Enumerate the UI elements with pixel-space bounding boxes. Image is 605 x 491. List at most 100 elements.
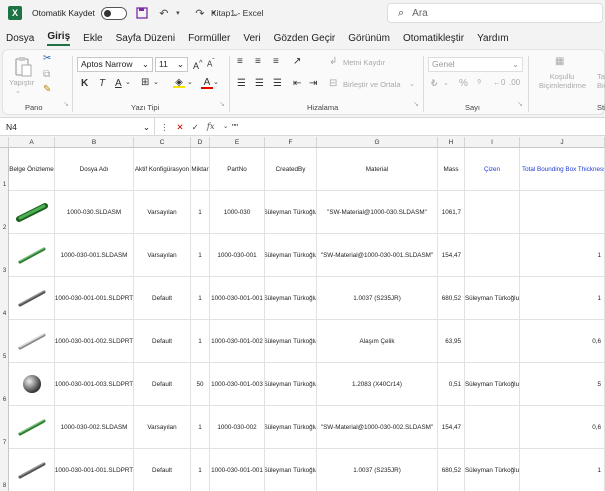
cell-created-by[interactable]: Süleyman Türkoğlu	[265, 406, 317, 449]
cell-created-by[interactable]: Süleyman Türkoğlu	[265, 363, 317, 406]
cell-created-by[interactable]: Süleyman Türkoğlu	[265, 234, 317, 277]
conditional-formatting-label[interactable]: Koşullu Biçimlendirme	[539, 72, 586, 90]
header-cell-material[interactable]: Material	[317, 148, 438, 191]
cell-drawn-by[interactable]	[465, 406, 520, 449]
tab-sayfa-duzeni[interactable]: Sayfa Düzeni	[116, 33, 175, 44]
cell-material[interactable]: Alaşım Çelik	[317, 320, 438, 363]
header-cell-part-no[interactable]: PartNo	[210, 148, 265, 191]
row-header-6[interactable]: 6	[0, 397, 9, 403]
row-header-7[interactable]: 7	[0, 440, 9, 446]
column-header-b[interactable]: B	[55, 137, 134, 148]
copy-icon[interactable]: ⧉	[43, 69, 50, 80]
row-header-2[interactable]: 2	[0, 225, 9, 231]
cell-bbox-thickness[interactable]: 0,6	[520, 406, 605, 449]
name-box[interactable]: N4 ⌄	[0, 118, 155, 136]
thousands-icon[interactable]: ⁹	[477, 78, 481, 89]
currency-dropdown-icon[interactable]: ⌄	[443, 79, 449, 87]
cell-quantity[interactable]: 1	[191, 191, 210, 234]
insert-function-icon[interactable]: fx	[207, 118, 215, 136]
font-launcher-icon[interactable]: ↘	[219, 100, 225, 108]
cell-configuration[interactable]: Default	[134, 363, 191, 406]
tab-veri[interactable]: Veri	[243, 33, 260, 44]
tab-dosya[interactable]: Dosya	[6, 33, 34, 44]
number-launcher-icon[interactable]: ↘	[517, 100, 523, 108]
paste-label[interactable]: Yapıştır	[9, 78, 34, 87]
tab-formuller[interactable]: Formüller	[188, 33, 230, 44]
cell-part-no[interactable]: 1000-030-001-003	[210, 363, 265, 406]
cell-preview[interactable]	[9, 191, 55, 234]
cell-part-no[interactable]: 1000-030-001	[210, 234, 265, 277]
tab-yardim[interactable]: Yardım	[477, 33, 509, 44]
cell-material[interactable]: 1.2083 (X40Cr14)	[317, 363, 438, 406]
cell-preview[interactable]	[9, 449, 55, 491]
cell-created-by[interactable]: Süleyman Türkoğlu	[265, 277, 317, 320]
cell-part-no[interactable]: 1000-030-001-001	[210, 449, 265, 491]
cell-bbox-thickness[interactable]: 1	[520, 234, 605, 277]
paste-dropdown-icon[interactable]: ⌄	[15, 87, 21, 95]
enter-icon[interactable]: ✓	[192, 118, 199, 136]
tab-gorunum[interactable]: Görünüm	[348, 33, 390, 44]
cell-configuration[interactable]: Default	[134, 449, 191, 491]
cell-created-by[interactable]: Süleyman Türkoğlu	[265, 191, 317, 234]
fill-color-icon[interactable]: ◈	[173, 77, 185, 88]
align-middle-icon[interactable]: ≡	[255, 56, 261, 67]
column-header-i[interactable]: I	[465, 137, 520, 148]
row-header-4[interactable]: 4	[0, 311, 9, 317]
cell-configuration[interactable]: Default	[134, 320, 191, 363]
cell-created-by[interactable]: Süleyman Türkoğlu	[265, 449, 317, 491]
cell-quantity[interactable]: 1	[191, 449, 210, 491]
cell-drawn-by[interactable]	[465, 191, 520, 234]
cell-part-no[interactable]: 1000-030	[210, 191, 265, 234]
cell-material[interactable]: 1.0037 (S235JR)	[317, 449, 438, 491]
cell-configuration[interactable]: Varsayılan	[134, 406, 191, 449]
cell-quantity[interactable]: 1	[191, 234, 210, 277]
conditional-formatting-icon[interactable]: ▦	[555, 56, 564, 67]
currency-icon[interactable]: ₺	[431, 78, 437, 89]
column-header-h[interactable]: H	[438, 137, 465, 148]
borders-dropdown-icon[interactable]: ⌄	[153, 78, 159, 86]
shrink-font-icon[interactable]: Aˇ	[207, 58, 215, 69]
merge-dropdown-icon[interactable]: ⌄	[409, 80, 415, 88]
grow-font-icon[interactable]: A^	[193, 58, 203, 71]
cell-quantity[interactable]: 1	[191, 320, 210, 363]
cell-mass[interactable]: 680,52	[438, 277, 465, 320]
save-icon[interactable]	[135, 6, 149, 20]
tab-otomatiklestir[interactable]: Otomatikleştir	[403, 33, 464, 44]
cut-icon[interactable]: ✂	[43, 53, 51, 64]
format-as-table-label[interactable]: Ta... Biç...	[597, 72, 605, 90]
cell-part-no[interactable]: 1000-030-001-002	[210, 320, 265, 363]
align-top-icon[interactable]: ≡	[237, 56, 243, 67]
undo-dropdown-icon[interactable]: ▾	[171, 6, 185, 20]
align-left-icon[interactable]: ☰	[237, 78, 246, 89]
row-header-5[interactable]: 5	[0, 354, 9, 360]
cell-drawn-by[interactable]: Süleyman Türkoğlu	[465, 449, 520, 491]
column-header-e[interactable]: E	[210, 137, 265, 148]
format-painter-icon[interactable]: ✎	[43, 84, 51, 95]
tab-giris[interactable]: Giriş	[47, 31, 71, 46]
merge-center-icon[interactable]: ⊟	[329, 78, 337, 89]
percent-icon[interactable]: %	[459, 78, 468, 89]
cell-drawn-by[interactable]: Süleyman Türkoğlu	[465, 363, 520, 406]
cell-preview[interactable]	[9, 320, 55, 363]
row-header-8[interactable]: 8	[0, 483, 9, 489]
cell-material[interactable]: "SW-Material@1000-030.SLDASM"	[317, 191, 438, 234]
decrease-decimal-icon[interactable]: .00	[509, 78, 520, 87]
undo-icon[interactable]: ↶	[157, 6, 171, 20]
cell-preview[interactable]	[9, 363, 55, 406]
row-header-1[interactable]: 1	[0, 182, 9, 188]
bold-button[interactable]: K	[81, 78, 88, 89]
cell-mass[interactable]: 63,95	[438, 320, 465, 363]
cell-mass[interactable]: 0,51	[438, 363, 465, 406]
cell-part-no[interactable]: 1000-030-002	[210, 406, 265, 449]
header-cell-preview[interactable]: Belge Önizleme	[9, 148, 55, 191]
cell-bbox-thickness[interactable]: 1	[520, 449, 605, 491]
select-all-corner[interactable]	[0, 137, 9, 148]
search-box[interactable]: ⌕ Ara	[387, 3, 603, 23]
header-cell-mass[interactable]: Mass	[438, 148, 465, 191]
cell-material[interactable]: "SW-Material@1000-030-002.SLDASM"	[317, 406, 438, 449]
number-format-select[interactable]: Genel ⌄	[428, 57, 523, 72]
paste-icon[interactable]	[11, 56, 35, 78]
orientation-icon[interactable]: ↗	[293, 56, 301, 67]
font-size-select[interactable]: 11 ⌄	[155, 57, 188, 72]
cell-bbox-thickness[interactable]: 0,6	[520, 320, 605, 363]
